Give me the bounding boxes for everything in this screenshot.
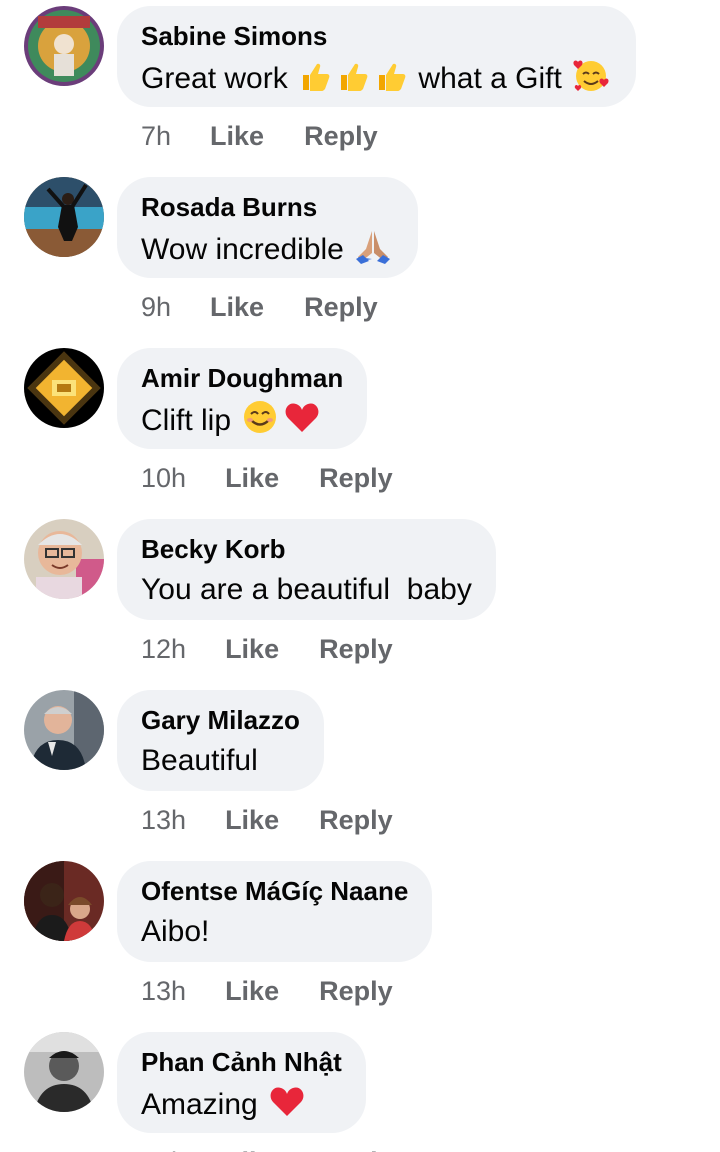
like-button[interactable]: Like xyxy=(225,968,279,1014)
like-button[interactable]: Like xyxy=(210,284,264,330)
comment-text: Aibo! xyxy=(141,915,210,948)
comment-text: Amazing xyxy=(141,1082,342,1126)
thumbs-up-icon xyxy=(379,63,406,91)
comment-time[interactable]: 16h xyxy=(141,1139,186,1152)
avatar-image xyxy=(24,1032,104,1112)
comment-item: Sabine Simons Great work what a Gift 7h … xyxy=(0,0,720,171)
red-heart-icon xyxy=(285,403,319,432)
comment-author[interactable]: Rosada Burns xyxy=(141,191,394,223)
comment-bubble: Rosada Burns Wow incredible xyxy=(117,177,419,278)
comment-bubble: Amir Doughman Clift lip xyxy=(117,348,368,449)
comment-actions: 10h Like Reply xyxy=(141,455,393,501)
reply-button[interactable]: Reply xyxy=(319,968,393,1014)
folded-hands-icon xyxy=(356,231,391,264)
comment-time[interactable]: 7h xyxy=(141,113,171,159)
comment-bubble: Becky Korb You are a beautiful baby xyxy=(117,519,496,620)
comment-text: You are a beautiful baby xyxy=(141,573,472,606)
avatar[interactable] xyxy=(24,1032,104,1112)
comment-actions: 12h Like Reply xyxy=(141,626,393,672)
comment-item: Rosada Burns Wow incredible 9h Like Reply xyxy=(0,171,720,342)
comment-text-end: what a Gift xyxy=(418,62,562,95)
reply-button[interactable]: Reply xyxy=(304,113,378,159)
comment-time[interactable]: 10h xyxy=(141,455,186,501)
comment-author[interactable]: Amir Doughman xyxy=(141,362,343,394)
comment-bubble: Ofentse MáGíç Naane Aibo! xyxy=(117,861,433,962)
avatar-image xyxy=(24,348,104,428)
comment-item: Gary Milazzo Beautiful 13h Like Reply xyxy=(0,684,720,855)
avatar[interactable] xyxy=(24,348,104,428)
comment-actions: 13h Like Reply xyxy=(141,968,393,1014)
avatar-image xyxy=(24,690,104,770)
comment-time[interactable]: 9h xyxy=(141,284,171,330)
comment-text: Great work what a Gift xyxy=(141,56,612,100)
comment-author[interactable]: Ofentse MáGíç Naane xyxy=(141,875,408,907)
comment-time[interactable]: 12h xyxy=(141,626,186,672)
avatar[interactable] xyxy=(24,690,104,770)
comment-text-start: Wow incredible xyxy=(141,233,344,266)
comment-bubble: Gary Milazzo Beautiful xyxy=(117,690,324,791)
avatar-image xyxy=(24,6,104,86)
avatar-image xyxy=(24,519,104,599)
avatar-image xyxy=(24,861,104,941)
comment-bubble: Sabine Simons Great work what a Gift xyxy=(117,6,637,107)
reply-button[interactable]: Reply xyxy=(319,455,393,501)
comment-actions: 13h Like Reply xyxy=(141,797,393,843)
comment-actions: 9h Like Reply xyxy=(141,284,378,330)
comment-time[interactable]: 13h xyxy=(141,797,186,843)
comment-author[interactable]: Gary Milazzo xyxy=(141,704,300,736)
comment-text: Beautiful xyxy=(141,744,258,777)
comment-item: Amir Doughman Clift lip 10h Like Reply xyxy=(0,342,720,513)
comment-text-start: Amazing xyxy=(141,1088,258,1121)
comment-author[interactable]: Becky Korb xyxy=(141,533,472,565)
comment-item: Ofentse MáGíç Naane Aibo! 13h Like Reply xyxy=(0,855,720,1026)
comment-time[interactable]: 13h xyxy=(141,968,186,1014)
comment-actions: 7h Like Reply xyxy=(141,113,378,159)
smiling-face-icon xyxy=(244,401,277,433)
like-button[interactable]: Like xyxy=(225,797,279,843)
comment-text: Clift lip xyxy=(141,398,343,442)
smiling-face-with-hearts-icon xyxy=(573,60,609,91)
red-heart-icon xyxy=(270,1087,304,1116)
reply-button[interactable]: Reply xyxy=(319,626,393,672)
reply-button[interactable]: Reply xyxy=(319,1139,393,1152)
reply-button[interactable]: Reply xyxy=(319,797,393,843)
comment-text-start: Clift lip xyxy=(141,404,232,437)
like-button[interactable]: Like xyxy=(225,1139,279,1152)
thumbs-up-icon xyxy=(303,63,330,91)
comment-author[interactable]: Phan Cảnh Nhật xyxy=(141,1046,342,1078)
comment-actions: 16h Like Reply xyxy=(141,1139,393,1152)
like-button[interactable]: Like xyxy=(225,626,279,672)
comment-text: Wow incredible xyxy=(141,227,394,271)
comment-item: Phan Cảnh Nhật Amazing 16h Like Reply xyxy=(0,1026,720,1152)
thumbs-up-icon xyxy=(341,63,368,91)
like-button[interactable]: Like xyxy=(225,455,279,501)
comment-author[interactable]: Sabine Simons xyxy=(141,20,612,52)
comment-item: Becky Korb You are a beautiful baby 12h L… xyxy=(0,513,720,684)
avatar-image xyxy=(24,177,104,257)
comments-list: Sabine Simons Great work what a Gift 7h … xyxy=(0,0,720,1152)
avatar[interactable] xyxy=(24,861,104,941)
avatar[interactable] xyxy=(24,177,104,257)
comment-bubble: Phan Cảnh Nhật Amazing xyxy=(117,1032,366,1133)
like-button[interactable]: Like xyxy=(210,113,264,159)
avatar[interactable] xyxy=(24,519,104,599)
comment-text-start: Great work xyxy=(141,62,288,95)
avatar[interactable] xyxy=(24,6,104,86)
reply-button[interactable]: Reply xyxy=(304,284,378,330)
